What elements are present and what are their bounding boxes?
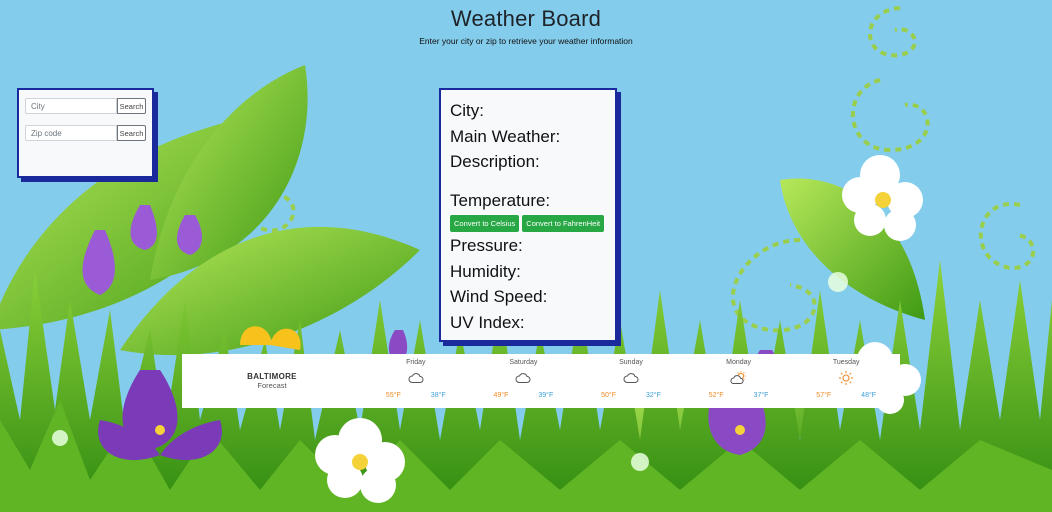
convert-celsius-button[interactable]: Convert to Celsius xyxy=(450,215,520,232)
forecast-high: 52°F xyxy=(708,392,724,399)
forecast-day-name: Sunday xyxy=(619,359,643,366)
forecast-day: Friday 55°F 38°F xyxy=(362,354,470,408)
cloud-icon xyxy=(408,369,424,387)
forecast-label: Forecast xyxy=(257,381,287,390)
page-title: Weather Board xyxy=(450,6,602,31)
forecast-low: 32°F xyxy=(645,392,661,399)
zip-search-row: Search xyxy=(25,125,146,141)
cloud-icon xyxy=(515,369,531,387)
forecast-strip: BALTIMORE Forecast Friday 55°F 38°F Satu… xyxy=(182,354,900,408)
forecast-day: Sunday 50°F 32°F xyxy=(577,354,685,408)
convert-fahrenheit-button[interactable]: Convert to FahrenHeit xyxy=(522,215,605,232)
humidity-label: Humidity: xyxy=(450,261,521,281)
forecast-day: Monday 52°F 37°F xyxy=(685,354,793,408)
city-search-row: Search xyxy=(25,98,146,114)
zip-input[interactable] xyxy=(25,125,117,141)
forecast-day-name: Saturday xyxy=(509,359,538,366)
sun-icon xyxy=(838,369,854,387)
wind-speed-label: Wind Speed: xyxy=(450,287,548,306)
forecast-low: 48°F xyxy=(861,392,877,399)
forecast-city: BALTIMORE Forecast xyxy=(182,354,362,408)
partly-sunny-icon xyxy=(730,369,748,387)
forecast-low: 38°F xyxy=(430,392,446,399)
forecast-city-name: BALTIMORE xyxy=(247,372,297,381)
main-weather-label: Main Weather: xyxy=(450,126,561,146)
forecast-high: 55°F xyxy=(385,392,401,399)
forecast-day: Tuesday 57°F 48°F xyxy=(792,354,900,408)
search-panel: Search Search xyxy=(17,88,154,178)
forecast-day-name: Tuesday xyxy=(832,359,860,366)
pressure-label: Pressure: xyxy=(450,236,523,255)
forecast-high: 50°F xyxy=(601,392,616,399)
forecast-high: 49°F xyxy=(493,392,509,399)
cloud-icon xyxy=(623,369,639,387)
forecast-day-name: Friday xyxy=(406,359,426,366)
city-label: City: xyxy=(450,101,484,120)
page-subtitle: Enter your city or zip to retrieve your … xyxy=(419,36,633,46)
forecast-low: 37°F xyxy=(753,392,769,399)
forecast-high: 57°F xyxy=(816,392,832,399)
conversion-buttons: Convert to Celsius Convert to FahrenHeit xyxy=(450,215,606,232)
city-search-button[interactable]: Search xyxy=(117,98,146,114)
forecast-low: 39°F xyxy=(538,392,554,399)
page-header: Weather Board Enter your city or zip to … xyxy=(0,6,1052,46)
weather-info-panel: City: Main Weather: Description: Tempera… xyxy=(439,88,617,342)
forecast-day-name: Monday xyxy=(726,359,752,366)
uv-index-label: UV Index: xyxy=(450,312,525,332)
description-label: Description: xyxy=(450,152,540,171)
city-input[interactable] xyxy=(25,98,117,114)
forecast-day: Saturday 49°F 39°F xyxy=(470,354,578,408)
temperature-label: Temperature: xyxy=(450,190,551,210)
zip-search-button[interactable]: Search xyxy=(117,125,146,141)
